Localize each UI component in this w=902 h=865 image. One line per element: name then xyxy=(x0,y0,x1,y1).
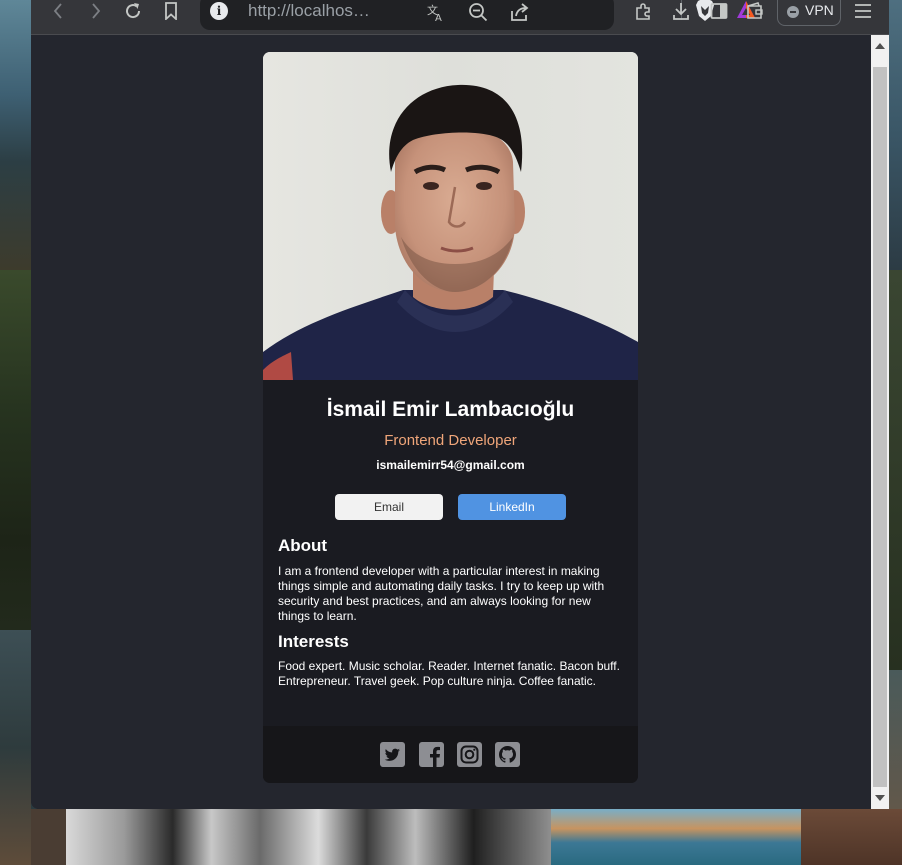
extensions-icon[interactable] xyxy=(631,0,655,22)
download-icon[interactable] xyxy=(669,0,693,22)
url-text[interactable]: http://localhos… xyxy=(248,0,370,22)
info-icon[interactable]: i xyxy=(210,2,228,20)
scroll-up-icon[interactable] xyxy=(875,43,885,49)
email-button-label: Email xyxy=(373,500,404,514)
vpn-icon xyxy=(787,6,799,18)
browser-window: i http://localhos… 文A VPN İsmail Emir La… xyxy=(31,0,889,809)
svg-text:A: A xyxy=(435,13,442,22)
page-viewport: İsmail Emir Lambacıoğlu Frontend Develop… xyxy=(31,35,871,809)
address-bar[interactable]: i http://localhos… 文A xyxy=(200,0,755,30)
wallpaper-right-top xyxy=(889,0,902,270)
profile-card: İsmail Emir Lambacıoğlu Frontend Develop… xyxy=(263,52,638,783)
linkedin-button[interactable]: LinkedIn xyxy=(458,494,566,520)
wallpaper-bottom-2 xyxy=(66,809,551,865)
interests-text: Food expert. Music scholar. Reader. Inte… xyxy=(278,659,620,688)
vpn-button[interactable]: VPN xyxy=(777,0,841,26)
wallpaper-right-middle xyxy=(889,270,902,670)
wallpaper-bottom-4 xyxy=(801,809,902,865)
facebook-icon[interactable] xyxy=(419,742,444,767)
wallpaper-bottom-1 xyxy=(31,809,66,865)
bookmark-icon[interactable] xyxy=(159,0,183,22)
about-text: I am a frontend developer with a particu… xyxy=(278,564,605,623)
wallpaper-left-top xyxy=(0,0,31,270)
back-icon[interactable] xyxy=(47,0,71,22)
github-icon[interactable] xyxy=(495,742,520,767)
scroll-down-icon[interactable] xyxy=(875,795,885,801)
wallpaper-left-middle xyxy=(0,270,31,630)
reload-icon[interactable] xyxy=(121,0,145,22)
vertical-scrollbar[interactable] xyxy=(871,35,889,809)
instagram-icon[interactable] xyxy=(457,742,482,767)
about-heading: About xyxy=(278,536,328,555)
interests-heading: Interests xyxy=(278,632,349,651)
profile-email: ismailemirr54@gmail.com xyxy=(376,458,525,472)
wallpaper-left-bottom xyxy=(0,630,31,865)
share-icon[interactable] xyxy=(510,2,530,22)
scroll-thumb[interactable] xyxy=(873,67,887,787)
browser-toolbar: i http://localhos… 文A VPN xyxy=(31,0,889,35)
profile-photo xyxy=(263,52,638,380)
wallpaper-bottom-3 xyxy=(551,809,801,865)
linkedin-button-label: LinkedIn xyxy=(489,500,535,514)
card-footer xyxy=(263,726,638,783)
profile-name: İsmail Emir Lambacıoğlu xyxy=(326,398,575,421)
sidebar-icon[interactable] xyxy=(707,0,731,22)
twitter-icon[interactable] xyxy=(380,742,405,767)
vpn-label: VPN xyxy=(805,2,834,18)
translate-icon[interactable]: 文A xyxy=(426,2,446,24)
profile-role: Frontend Developer xyxy=(384,432,517,449)
zoom-out-icon[interactable] xyxy=(468,2,488,22)
wallet-icon[interactable] xyxy=(743,0,767,22)
email-button[interactable]: Email xyxy=(335,494,443,520)
forward-icon[interactable] xyxy=(83,0,107,22)
menu-icon[interactable] xyxy=(851,0,875,22)
